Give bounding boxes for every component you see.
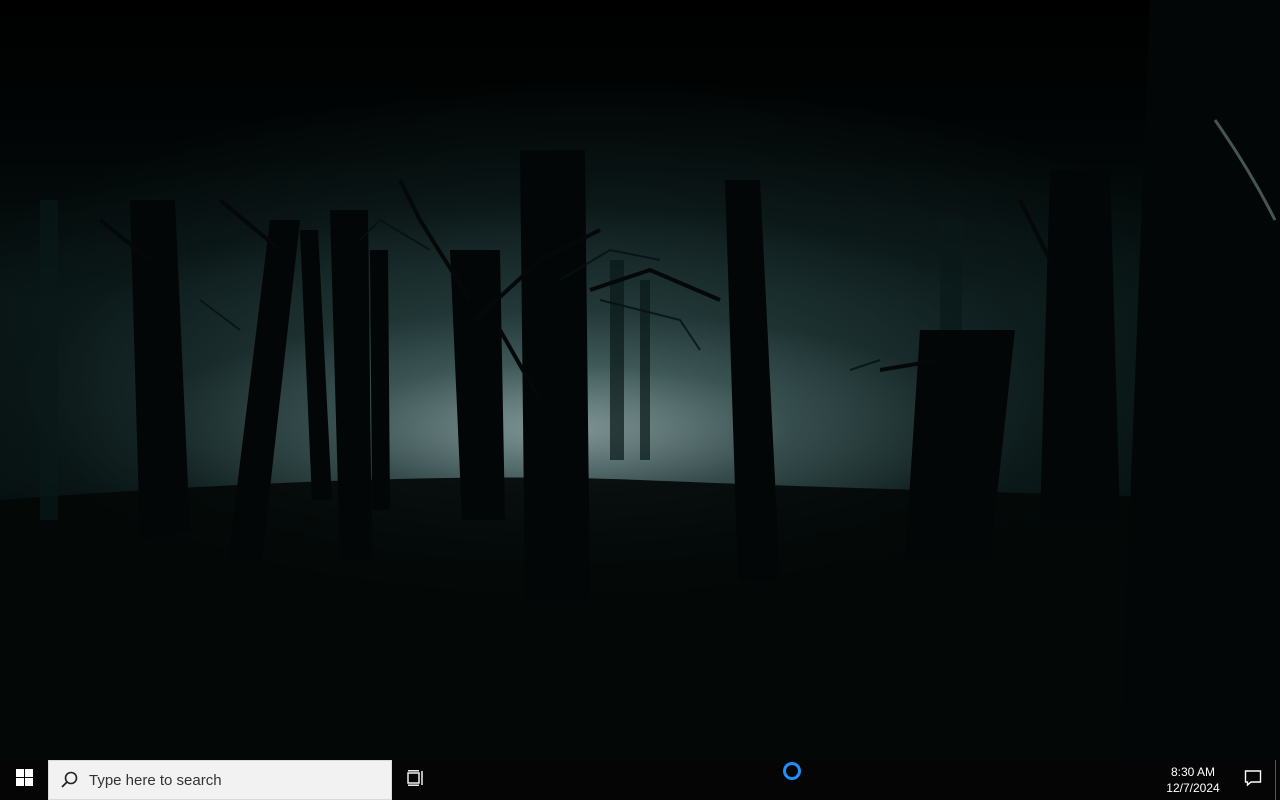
action-center-icon [1244, 769, 1262, 792]
search-placeholder: Type here to search [89, 771, 222, 789]
action-center-button[interactable] [1231, 760, 1275, 800]
start-button[interactable] [0, 760, 48, 800]
search-icon [49, 760, 89, 800]
cortana-ring-icon[interactable] [782, 761, 802, 781]
clock-time: 8:30 AM [1170, 765, 1216, 779]
clock[interactable]: 8:30 AM 12/7/2024 [1155, 760, 1231, 800]
clock-date: 12/7/2024 [1166, 781, 1220, 795]
show-desktop-button[interactable] [1275, 760, 1280, 800]
search-box[interactable]: Type here to search [48, 760, 392, 800]
desktop[interactable] [0, 0, 1280, 760]
wallpaper-image [0, 0, 1280, 760]
windows-logo-icon [15, 769, 33, 791]
task-view-icon [407, 769, 425, 791]
task-view-button[interactable] [392, 760, 440, 800]
taskbar: Type here to search 8:30 AM 12/7/2024 [0, 760, 1280, 800]
